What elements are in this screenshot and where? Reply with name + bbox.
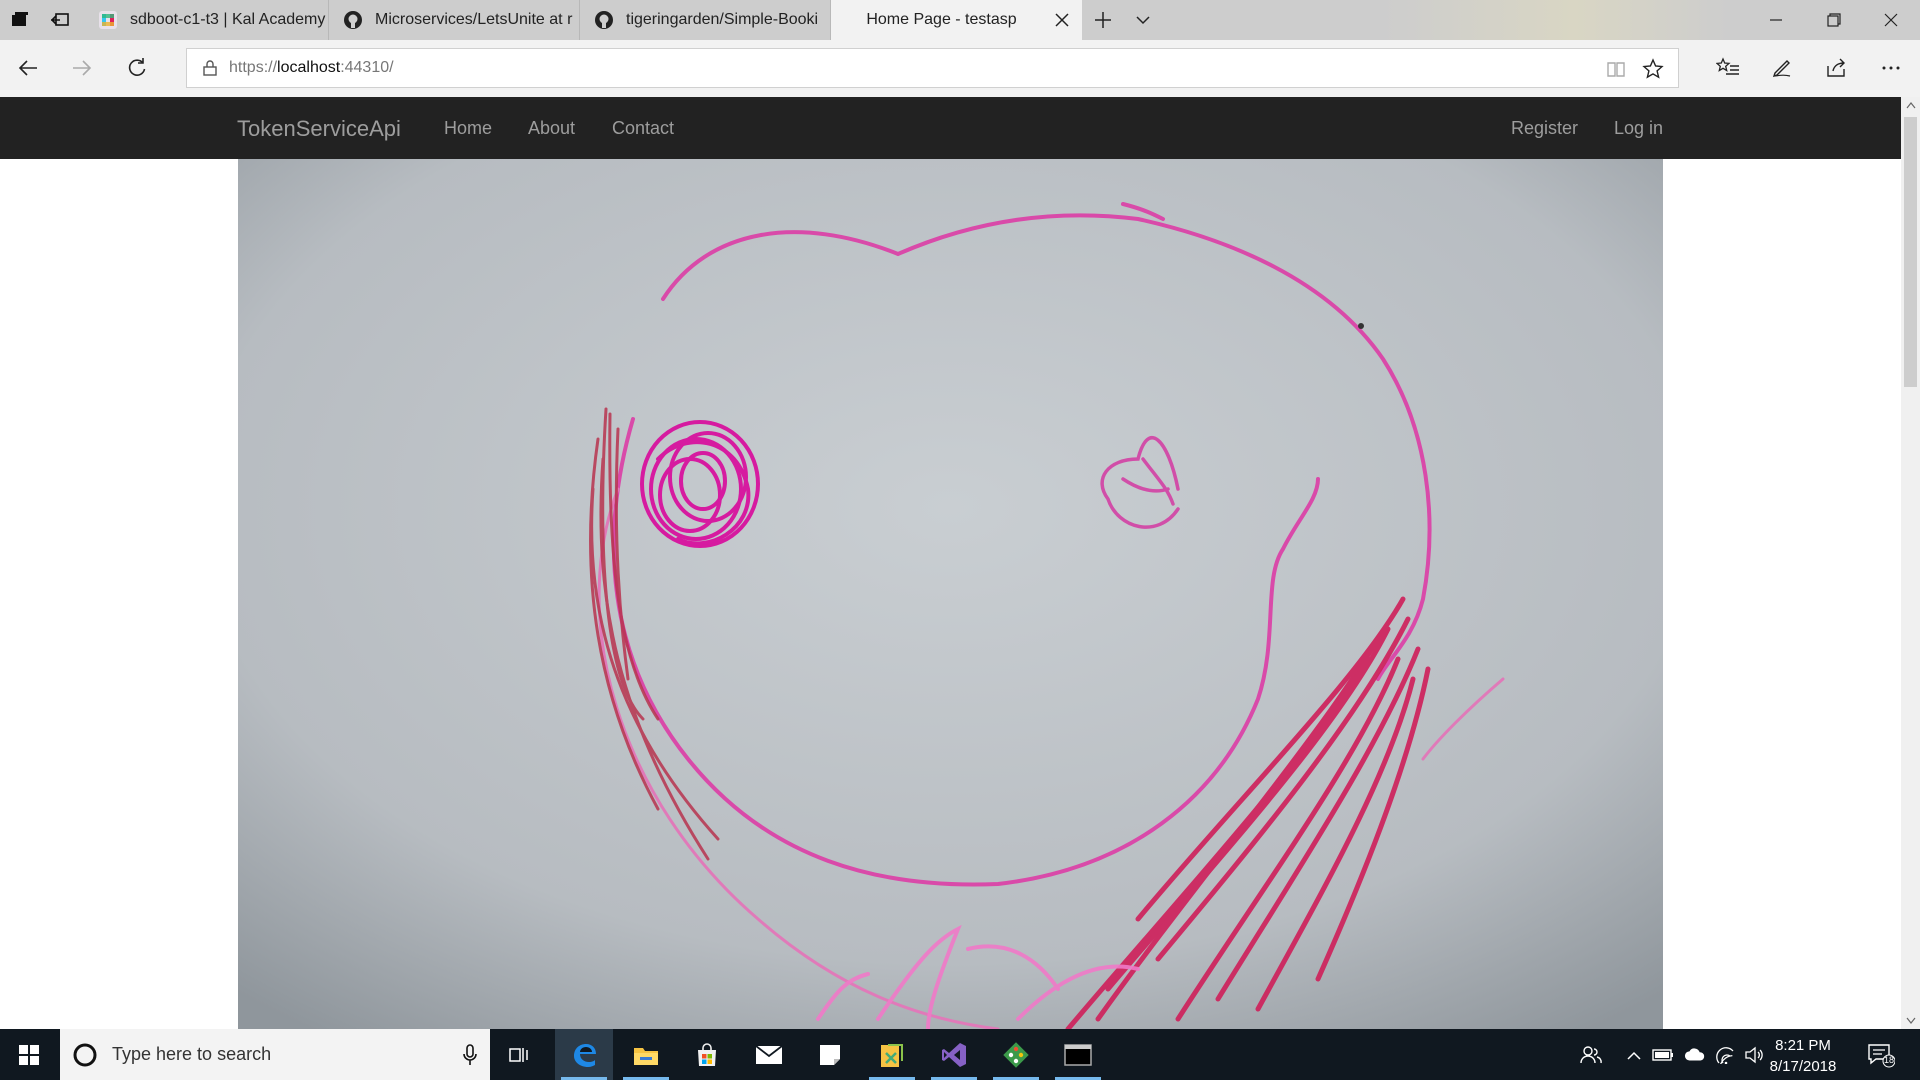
battery-icon[interactable]	[1652, 1044, 1674, 1066]
people-icon[interactable]	[1580, 1044, 1602, 1066]
restore-icon[interactable]	[1805, 0, 1863, 40]
scrollbar-thumb[interactable]	[1904, 117, 1917, 387]
cortana-circle-icon	[72, 1042, 98, 1068]
scroll-down-arrow-icon[interactable]	[1906, 1017, 1916, 1025]
store-icon[interactable]	[678, 1029, 736, 1080]
pen-notes-icon[interactable]	[1768, 54, 1796, 82]
close-window-icon[interactable]	[1862, 0, 1920, 40]
wifi-icon[interactable]	[1715, 1044, 1737, 1066]
clock-date: 8/17/2018	[1769, 1058, 1837, 1075]
minimize-icon[interactable]	[1747, 0, 1805, 40]
search-placeholder: Type here to search	[112, 1044, 272, 1064]
notification-count-badge: 18	[1883, 1055, 1894, 1065]
page-content	[0, 159, 1901, 1029]
browser-toolbar: https://localhost:44310/	[0, 40, 1920, 98]
tab-kal-academy[interactable]: sdboot-c1-t3 | Kal Academy	[84, 0, 329, 40]
tab-microservices[interactable]: Microservices/LetsUnite at r	[329, 0, 580, 40]
scroll-up-arrow-icon[interactable]	[1906, 101, 1916, 109]
site-brand-link[interactable]: TokenServiceApi	[237, 116, 401, 142]
github-icon	[343, 10, 363, 30]
tab-home-page[interactable]: Home Page - testasp	[831, 0, 1082, 40]
onedrive-cloud-icon[interactable]	[1684, 1044, 1706, 1066]
tab-title: Microservices/LetsUnite at r	[375, 11, 573, 28]
url-host: localhost	[277, 59, 341, 76]
nav-home-link[interactable]: Home	[444, 118, 492, 139]
start-windows-icon[interactable]	[0, 1029, 58, 1080]
back-icon[interactable]	[14, 54, 42, 82]
tab-title: tigeringarden/Simple-Booki	[626, 11, 819, 28]
action-center-icon[interactable]: 18	[1866, 1042, 1896, 1068]
terminal-icon[interactable]	[1049, 1029, 1107, 1080]
chevron-down-icon[interactable]	[1133, 10, 1153, 30]
nav-contact-link[interactable]: Contact	[612, 118, 674, 139]
clock-time: 8:21 PM	[1775, 1037, 1831, 1054]
system-clock[interactable]: 8:21 PM 8/17/2018	[1757, 1035, 1849, 1077]
site-navbar: TokenServiceApi Home About Contact Regis…	[0, 97, 1901, 159]
favorites-hub-icon[interactable]	[1714, 54, 1742, 82]
tab-title: sdboot-c1-t3 | Kal Academy	[130, 11, 326, 28]
forward-icon[interactable]	[68, 54, 96, 82]
nav-about-link[interactable]: About	[528, 118, 575, 139]
set-aside-tabs-icon[interactable]	[50, 10, 70, 30]
refresh-icon[interactable]	[123, 54, 151, 82]
tab-title: Home Page - testasp	[866, 11, 1017, 28]
new-tab-icon[interactable]	[1093, 10, 1113, 30]
share-icon[interactable]	[1822, 54, 1850, 82]
file-explorer-icon[interactable]	[617, 1029, 675, 1080]
more-options-icon[interactable]	[1877, 54, 1905, 82]
show-hidden-icons-chevron-icon[interactable]	[1623, 1044, 1645, 1066]
slack-icon	[98, 10, 118, 30]
sticky-notes-icon[interactable]	[801, 1029, 859, 1080]
windows-taskbar: Type here to search 8:21 PM 8/17/2018 18	[0, 1029, 1920, 1080]
tools-icon[interactable]	[863, 1029, 921, 1080]
mail-icon[interactable]	[740, 1029, 798, 1080]
microphone-icon[interactable]	[462, 1044, 478, 1066]
url-path: :44310/	[340, 59, 394, 76]
tab-preview-icon[interactable]	[10, 10, 30, 30]
visual-studio-icon[interactable]	[925, 1029, 983, 1080]
taskbar-search-box[interactable]: Type here to search	[60, 1029, 490, 1080]
reading-view-icon[interactable]	[1606, 59, 1626, 79]
address-bar[interactable]: https://localhost:44310/	[186, 48, 1679, 88]
git-icon[interactable]	[987, 1029, 1045, 1080]
nav-register-link[interactable]: Register	[1511, 118, 1578, 139]
edge-icon[interactable]	[555, 1029, 613, 1080]
favorite-star-icon[interactable]	[1642, 58, 1664, 80]
url-scheme: https://	[229, 59, 278, 76]
github-icon	[594, 10, 614, 30]
task-view-icon[interactable]	[490, 1029, 548, 1080]
lock-icon	[203, 60, 217, 76]
nav-login-link[interactable]: Log in	[1614, 118, 1663, 139]
tab-simple-booking[interactable]: tigeringarden/Simple-Booki	[580, 0, 831, 40]
browser-tab-strip: sdboot-c1-t3 | Kal Academy Microservices…	[0, 0, 1920, 40]
vertical-scrollbar[interactable]	[1901, 97, 1920, 1029]
close-tab-icon[interactable]	[1052, 10, 1072, 30]
crayon-drawing-image	[238, 159, 1663, 1029]
